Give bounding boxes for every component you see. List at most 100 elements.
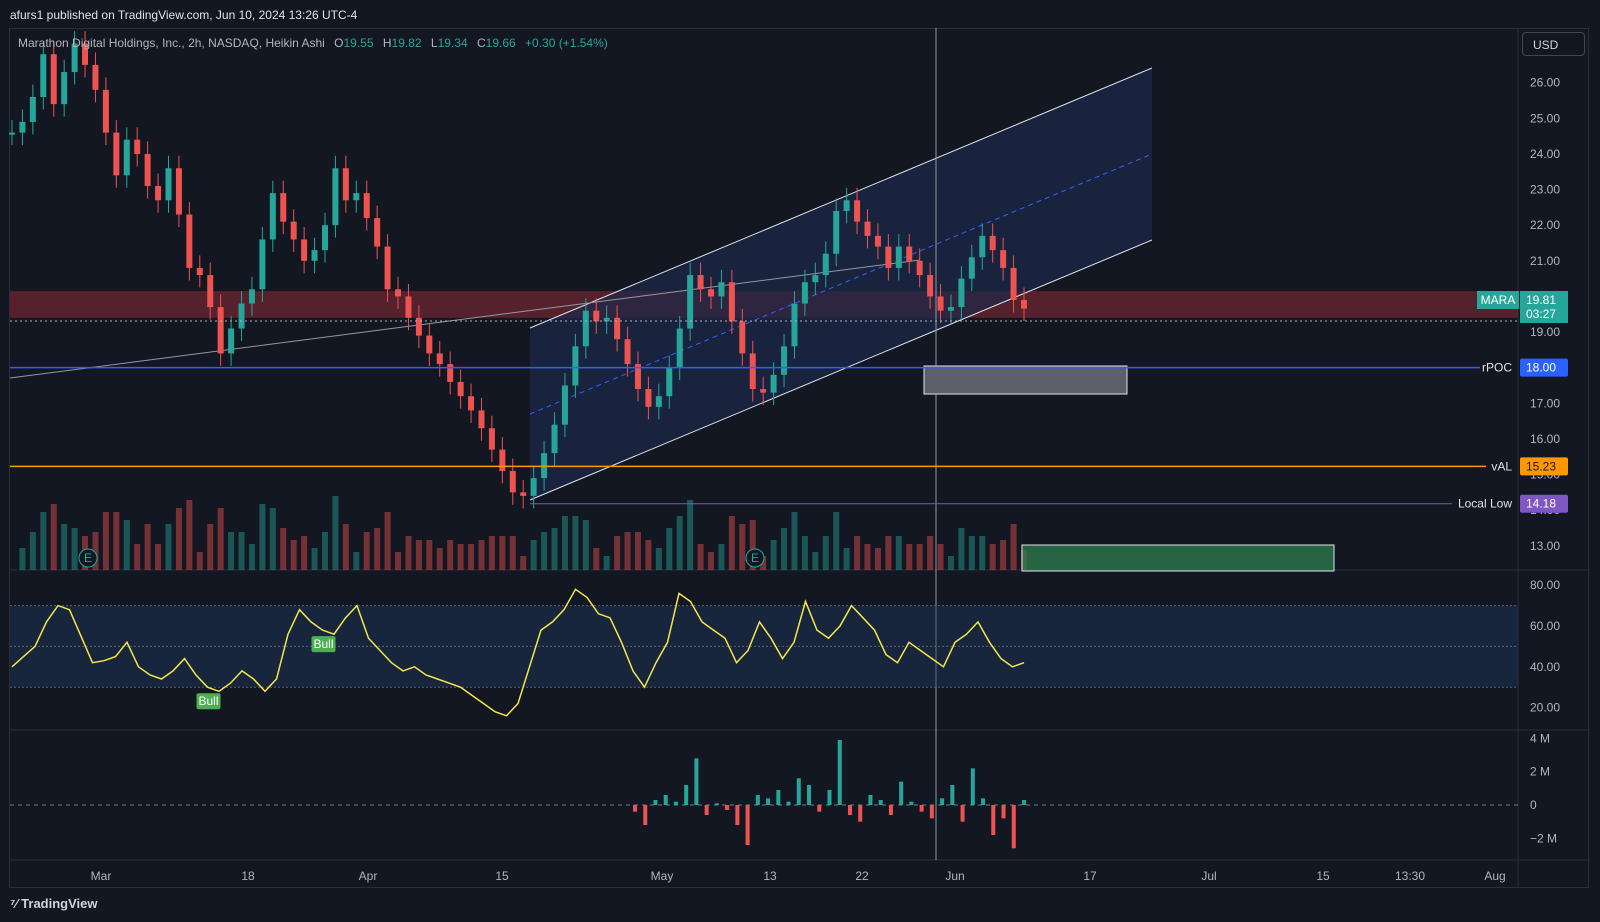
oscillator-bar: [735, 805, 740, 825]
candle-body: [290, 221, 297, 240]
tradingview-logo[interactable]: ⁷⁄ TradingView: [10, 896, 98, 911]
volume-bar: [989, 544, 996, 570]
volume-bar: [374, 528, 381, 570]
svg-text:E: E: [84, 551, 92, 565]
volume-bar: [718, 544, 725, 570]
oscillator-bars: [633, 740, 1026, 849]
volume-bar: [947, 556, 954, 570]
candle-body: [770, 374, 777, 393]
candle-body: [885, 246, 892, 268]
price-tick: 17.00: [1530, 396, 1560, 410]
candle-body: [1010, 267, 1017, 300]
oscillator-bar: [694, 758, 699, 805]
oscillator-bar: [755, 795, 760, 805]
rsi-tick: 60.00: [1530, 619, 1560, 633]
volume-bar: [488, 536, 495, 570]
volume-bar: [217, 508, 224, 570]
volume-bar: [801, 536, 808, 570]
oscillator-tick: 0: [1530, 798, 1537, 812]
volume-bar: [958, 528, 965, 570]
volume-bar: [123, 520, 130, 570]
volume-bar: [770, 540, 777, 570]
volume-bar: [196, 552, 203, 570]
candle-body: [155, 186, 162, 201]
oscillator-tick: −2 M: [1530, 831, 1557, 845]
candle-body: [666, 367, 673, 397]
candle-body: [530, 478, 537, 496]
candle-body: [593, 310, 600, 322]
candle-body: [405, 296, 412, 318]
candle-body: [760, 389, 767, 393]
oscillator-bar: [888, 805, 893, 815]
candle-body: [781, 346, 788, 375]
volume-bar: [353, 552, 360, 570]
oscillator-bar: [1001, 805, 1006, 819]
candle-body: [791, 303, 798, 347]
candle-body: [457, 381, 464, 397]
oscillator-bar: [1022, 800, 1026, 805]
volume-bar: [895, 536, 902, 570]
candle-body: [9, 132, 15, 135]
time-tick: May: [651, 869, 674, 883]
volume-bar: [520, 556, 527, 570]
oscillator-bar: [919, 805, 924, 812]
price-tick: 23.00: [1530, 183, 1560, 197]
oscillator-axis-ticks: 4 M 2 M 0 −2 M: [1530, 731, 1557, 845]
price-tick: 22.00: [1530, 218, 1560, 232]
time-tick: 17: [1083, 869, 1097, 883]
time-tick: 15: [1316, 869, 1330, 883]
volume-bar: [634, 532, 641, 570]
candle-body: [102, 89, 109, 133]
oscillator-bar: [807, 785, 812, 805]
candle-body: [676, 328, 683, 368]
volume-bar: [207, 524, 214, 570]
volume-bar: [593, 548, 600, 570]
candle-body: [749, 353, 756, 390]
candle-body: [123, 139, 130, 176]
candle-body: [843, 200, 850, 211]
oscillator-bar: [868, 795, 873, 805]
legend-change: +0.30 (+1.54%): [525, 36, 608, 50]
price-tick: 26.00: [1530, 76, 1560, 90]
last-price-text: 19.81: [1526, 293, 1556, 307]
volume-bar: [269, 508, 276, 570]
candle-body: [551, 424, 558, 454]
candle-body: [353, 193, 360, 201]
oscillator-bar: [663, 795, 668, 805]
branding-label: TradingView: [21, 896, 98, 911]
volume-bar: [645, 540, 652, 570]
time-tick: Jul: [1201, 869, 1216, 883]
currency-selector[interactable]: USD: [1522, 32, 1585, 56]
volume-bar: [311, 548, 318, 570]
oscillator-bar: [929, 805, 934, 819]
candle-body: [332, 168, 339, 226]
time-tick: Mar: [91, 869, 112, 883]
oscillator-bar: [633, 805, 637, 812]
candle-body: [728, 282, 735, 322]
candle-body: [624, 339, 631, 365]
legend-close: 19.66: [485, 36, 516, 50]
oscillator-bar: [858, 805, 863, 822]
tradingview-logo-icon: ⁷⁄: [10, 896, 18, 911]
candle-body: [165, 168, 172, 201]
candle-body: [436, 353, 443, 365]
legend-open: 19.55: [343, 36, 374, 50]
candle-body: [280, 193, 287, 222]
volume-bar: [363, 532, 370, 570]
candle-body: [228, 328, 235, 354]
candle-body: [207, 275, 214, 308]
volume-bar: [384, 512, 391, 570]
candle-body: [645, 389, 652, 407]
volume-bar: [812, 552, 819, 570]
volume-bar: [1010, 524, 1017, 570]
candle-body: [186, 214, 193, 268]
volume-bar: [697, 544, 704, 570]
earnings-marker-2: E: [745, 548, 765, 568]
oscillator-bar: [847, 805, 852, 815]
symbol-legend: Marathon Digital Holdings, Inc., 2h, NAS…: [18, 36, 608, 50]
volume-bar: [280, 528, 287, 570]
volume-bar: [144, 524, 151, 570]
oscillator-bar: [970, 768, 975, 805]
chart-canvas[interactable]: E E Bull Bull 26.00 25.00 24.00 23.00 22.00 21…: [0, 0, 1600, 922]
volume-bar: [582, 520, 589, 570]
